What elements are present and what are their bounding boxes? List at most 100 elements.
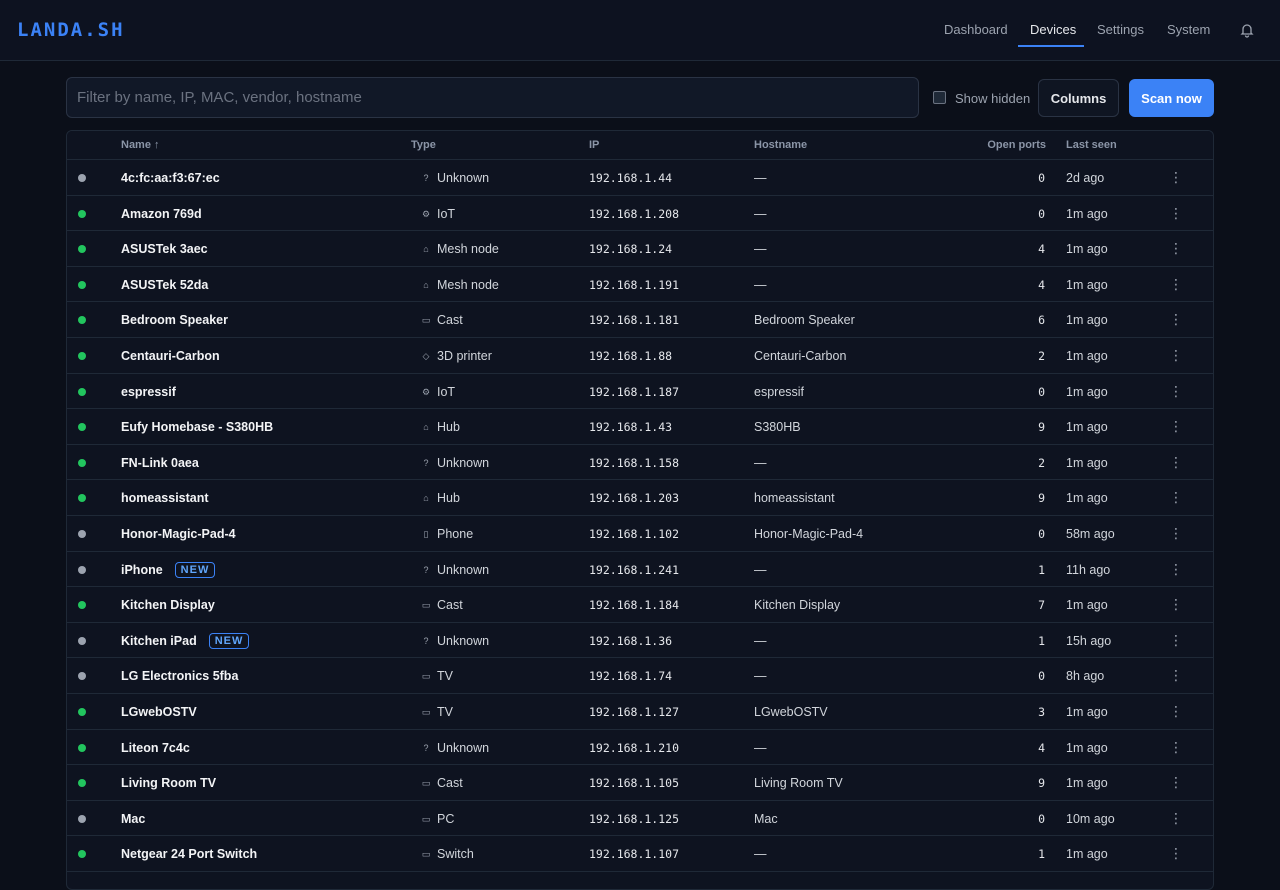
row-menu-icon[interactable]: ⋮ xyxy=(1169,276,1183,292)
table-row[interactable]: LG Electronics 5fba ▭ TV 192.168.1.74 — 0 8h a… xyxy=(67,658,1213,694)
brand-logo[interactable]: LANDA.SH xyxy=(17,19,125,41)
row-menu-icon[interactable]: ⋮ xyxy=(1169,311,1183,327)
nav-system[interactable]: System xyxy=(1167,0,1210,48)
row-menu-icon[interactable]: ⋮ xyxy=(1169,596,1183,612)
device-hostname: Honor-Magic-Pad-4 xyxy=(754,527,864,541)
device-name[interactable]: Living Room TV xyxy=(121,776,216,790)
table-row[interactable]: Bedroom Speaker ▭ Cast 192.168.1.181 Bedroom… xyxy=(67,302,1213,338)
row-menu-icon[interactable]: ⋮ xyxy=(1169,383,1183,399)
row-menu-icon[interactable]: ⋮ xyxy=(1169,418,1183,434)
device-open-ports: 1 xyxy=(1038,847,1045,862)
device-hostname: — xyxy=(754,633,767,648)
switch-icon: ▭ xyxy=(421,849,431,860)
table-row[interactable]: LGwebOSTV ▭ TV 192.168.1.127 LGwebOSTV 3 1m ag… xyxy=(67,694,1213,730)
device-type-label: IoT xyxy=(437,206,456,221)
new-badge: NEW xyxy=(208,632,250,649)
device-name[interactable]: Centauri-Carbon xyxy=(121,349,220,363)
nav-dashboard[interactable]: Dashboard xyxy=(944,0,1008,48)
table-row[interactable]: Living Room TV ▭ Cast 192.168.1.105 Living R… xyxy=(67,765,1213,801)
table-row[interactable]: Kitchen iPad NEW? Unknown 192.168.1.36 — 1 15h… xyxy=(67,623,1213,659)
show-hidden-checkbox[interactable] xyxy=(933,91,946,104)
table-row[interactable]: Honor-Magic-Pad-4 ▯ Phone 192.168.1.102 Hono… xyxy=(67,516,1213,552)
table-row[interactable]: espressif ⚙ IoT 192.168.1.187 espressif 0 1m a… xyxy=(67,374,1213,410)
device-name[interactable]: Kitchen iPad NEW xyxy=(121,632,250,650)
row-menu-icon[interactable]: ⋮ xyxy=(1169,169,1183,185)
row-menu-icon[interactable]: ⋮ xyxy=(1169,703,1183,719)
device-name[interactable]: 4c:fc:aa:f3:67:ec xyxy=(121,171,220,185)
device-name[interactable]: Liteon 7c4c xyxy=(121,741,190,755)
device-name[interactable]: Kitchen Display xyxy=(121,598,215,612)
device-type: ⌂ Hub xyxy=(421,491,460,505)
device-name[interactable]: Amazon 769d xyxy=(121,207,202,221)
table-header: Name ↑ Type IP Hostname Open ports Last … xyxy=(67,131,1213,160)
row-menu-icon[interactable]: ⋮ xyxy=(1169,632,1183,648)
device-hostname: — xyxy=(754,171,767,185)
row-menu-icon[interactable]: ⋮ xyxy=(1169,489,1183,505)
table-row[interactable]: Amazon 769d ⚙ IoT 192.168.1.208 — 0 1m ago ⋮ xyxy=(67,196,1213,232)
device-name[interactable]: homeassistant xyxy=(121,491,209,505)
device-name[interactable]: ASUSTek 3aec xyxy=(121,242,208,256)
device-name[interactable]: LG Electronics 5fba xyxy=(121,669,238,683)
device-name[interactable]: Eufy Homebase - S380HB xyxy=(121,420,273,434)
column-header-type[interactable]: Type xyxy=(411,139,436,151)
row-menu-icon[interactable]: ⋮ xyxy=(1169,561,1183,577)
device-name[interactable]: FN-Link 0aea xyxy=(121,456,199,470)
device-name[interactable]: iPhone NEW xyxy=(121,561,216,579)
column-header-open-ports[interactable]: Open ports xyxy=(967,139,1046,151)
scan-now-button[interactable]: Scan now xyxy=(1129,79,1214,117)
device-name-text: Amazon 769d xyxy=(121,206,202,221)
table-row[interactable]: 4c:fc:aa:f3:67:ec? Unknown 192.168.1.44 — 0 2… xyxy=(67,160,1213,196)
row-menu-icon[interactable]: ⋮ xyxy=(1169,525,1183,541)
device-ip: 192.168.1.44 xyxy=(589,171,673,185)
row-menu-icon[interactable]: ⋮ xyxy=(1169,240,1183,256)
active-tab-indicator xyxy=(1018,45,1084,47)
device-ip: 192.168.1.88 xyxy=(589,349,673,363)
device-name[interactable]: Bedroom Speaker xyxy=(121,313,228,327)
nav-settings[interactable]: Settings xyxy=(1097,0,1144,48)
table-row[interactable]: Kitchen Display ▭ Cast 192.168.1.184 Kitchen… xyxy=(67,587,1213,623)
cast-icon: ▭ xyxy=(421,778,431,789)
table-row[interactable]: Netgear 24 Port Switch ▭ Switch 192.168.1.1… xyxy=(67,836,1213,872)
table-row[interactable]: Eufy Homebase - S380HB ⌂ Hub 192.168.1.43 S3… xyxy=(67,409,1213,445)
device-type-label: Cast xyxy=(437,598,463,613)
table-row[interactable]: homeassistant ⌂ Hub 192.168.1.203 homeassist… xyxy=(67,480,1213,516)
device-type: ▭ Cast xyxy=(421,598,463,612)
table-row[interactable]: ASUSTek 52da ⌂ Mesh node 192.168.1.191 — 4 1m … xyxy=(67,267,1213,303)
status-dot xyxy=(78,280,86,289)
device-last-seen: 2d ago xyxy=(1066,171,1105,185)
row-menu-icon[interactable]: ⋮ xyxy=(1169,810,1183,826)
column-header-name[interactable]: Name ↑ xyxy=(121,139,160,151)
device-name[interactable]: ASUSTek 52da xyxy=(121,278,208,292)
device-ip: 192.168.1.191 xyxy=(589,277,680,292)
device-name[interactable]: LGwebOSTV xyxy=(121,705,197,719)
device-open-ports: 0 xyxy=(1038,171,1045,185)
status-dot xyxy=(78,636,86,645)
device-name[interactable]: Mac xyxy=(121,812,145,826)
device-last-seen: 1m ago xyxy=(1066,598,1108,613)
row-menu-icon[interactable]: ⋮ xyxy=(1169,845,1183,861)
columns-button[interactable]: Columns xyxy=(1038,79,1119,117)
row-menu-icon[interactable]: ⋮ xyxy=(1169,347,1183,363)
table-row[interactable]: Liteon 7c4c? Unknown 192.168.1.210 — 4 1m ago… xyxy=(67,730,1213,766)
filter-input[interactable] xyxy=(66,77,919,118)
table-row[interactable]: Centauri-Carbon ◇ 3D printer 192.168.1.88 Ce… xyxy=(67,338,1213,374)
row-menu-icon[interactable]: ⋮ xyxy=(1169,774,1183,790)
device-name[interactable]: Honor-Magic-Pad-4 xyxy=(121,527,236,541)
column-header-ip[interactable]: IP xyxy=(589,139,599,151)
row-menu-icon[interactable]: ⋮ xyxy=(1169,667,1183,683)
table-row[interactable]: FN-Link 0aea? Unknown 192.168.1.158 — 2 1m ag… xyxy=(67,445,1213,481)
device-hostname: — xyxy=(754,847,767,862)
bell-icon[interactable] xyxy=(1239,22,1255,38)
row-menu-icon[interactable]: ⋮ xyxy=(1169,739,1183,755)
row-menu-icon[interactable]: ⋮ xyxy=(1169,454,1183,470)
table-row[interactable]: Mac ▭ PC 192.168.1.125 Mac 0 10m ago ⋮ xyxy=(67,801,1213,837)
device-name[interactable]: espressif xyxy=(121,385,176,399)
table-row[interactable]: ASUSTek 3aec ⌂ Mesh node 192.168.1.24 — 4 1m a… xyxy=(67,231,1213,267)
column-header-hostname[interactable]: Hostname xyxy=(754,139,807,151)
nav-devices[interactable]: Devices xyxy=(1030,0,1076,48)
column-header-last-seen[interactable]: Last seen xyxy=(1066,139,1117,151)
device-name-text: Eufy Homebase - S380HB xyxy=(121,420,274,435)
row-menu-icon[interactable]: ⋮ xyxy=(1169,205,1183,221)
table-row[interactable]: iPhone NEW? Unknown 192.168.1.241 — 1 11h ago ⋮ xyxy=(67,552,1213,588)
device-name[interactable]: Netgear 24 Port Switch xyxy=(121,847,257,861)
